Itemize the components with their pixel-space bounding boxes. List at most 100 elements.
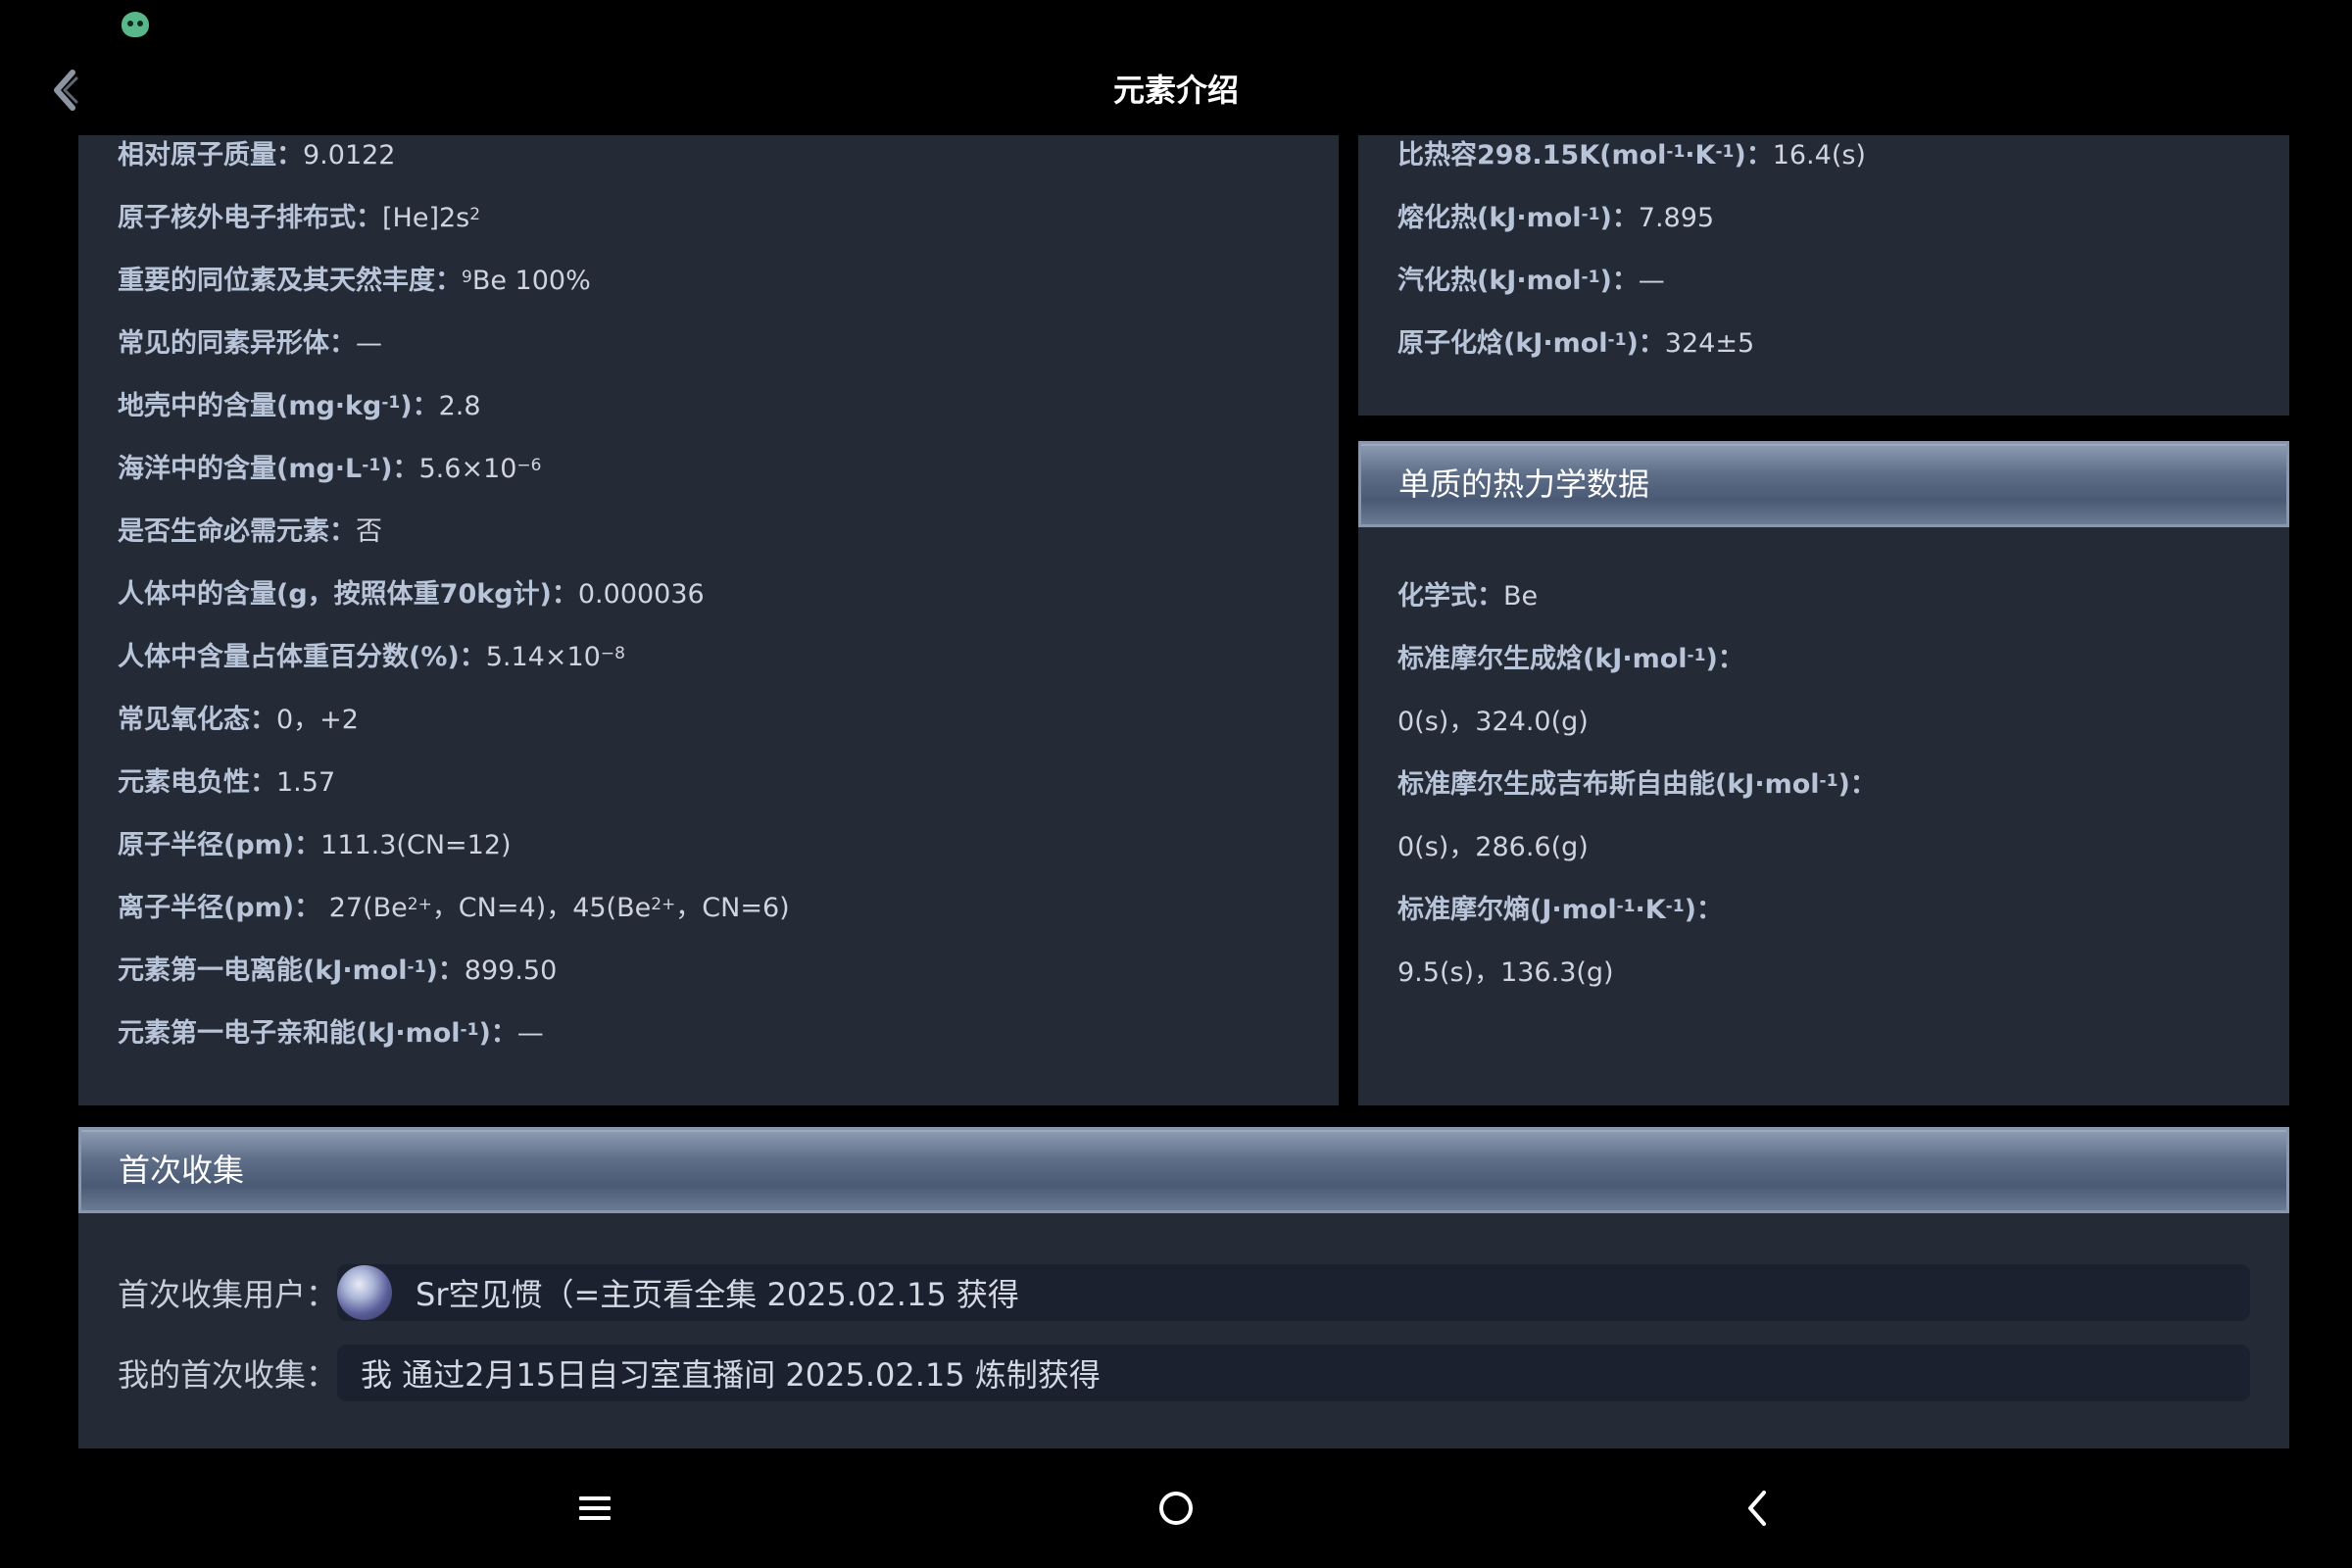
substance-row-value: 0(s)，286.6(g) — [1397, 832, 1589, 862]
basic-info-row: 人体中含量占体重百分数(%)：5.14×10−8 — [118, 637, 790, 700]
substance-row: 0(s)，286.6(g) — [1397, 827, 1877, 890]
substance-thermo-list: 化学式：Be 标准摩尔生成焓(kJ·mol-1)： 0(s)，324.0(g) 标准摩… — [1397, 576, 1877, 1015]
basic-info-row: 离子半径(pm)： 27(Be2+，CN=4)，45(Be2+，CN=6) — [118, 888, 790, 951]
thermal-row: 原子化焓(kJ·mol-1)：324±5 — [1397, 323, 1866, 386]
nav-menu-button[interactable] — [561, 1474, 629, 1543]
basic-info-row-value: 0.000036 — [577, 579, 705, 610]
basic-info-row: 相对原子质量：9.0122 — [118, 135, 790, 198]
basic-info-row-value: 899.50 — [464, 956, 558, 986]
basic-info-row: 重要的同位素及其天然丰度：9Be 100% — [118, 261, 790, 323]
substance-row-label: 标准摩尔生成吉布斯自由能(kJ·mol-1)： — [1397, 769, 1877, 800]
content-area[interactable]: 相对原子质量：9.0122 原子核外电子排布式：[He]2s2 重要的同位素及其天然… — [0, 135, 2352, 1448]
substance-row-value: 9.5(s)，136.3(g) — [1397, 957, 1614, 988]
basic-info-row-value: 5.6×10−6 — [418, 454, 542, 484]
thermal-properties-list: 比热容298.15K(mol-1·K-1)：16.4(s) 熔化热(kJ·mol-… — [1397, 135, 1866, 386]
thermal-row: 汽化热(kJ·mol-1)：— — [1397, 261, 1866, 323]
basic-info-row-value: [He]2s2 — [382, 203, 481, 233]
thermal-row-label: 汽化热(kJ·mol-1)： — [1397, 266, 1639, 296]
basic-info-row-value: 2.8 — [438, 391, 481, 421]
basic-info-row-value: 27(Be2+，CN=4)，45(Be2+，CN=6) — [320, 893, 790, 923]
substance-thermo-header: 单质的热力学数据 — [1358, 441, 2289, 527]
my-first-collect-value: 我 通过2月15日自习室直播间 2025.02.15 炼制获得 — [361, 1356, 1101, 1394]
basic-info-row-label: 重要的同位素及其天然丰度： — [118, 266, 462, 296]
basic-info-row: 人体中的含量(g，按照体重70kg计)：0.000036 — [118, 574, 790, 637]
basic-info-row: 元素第一电子亲和能(kJ·mol-1)：— — [118, 1013, 790, 1076]
nav-back-button[interactable] — [1723, 1474, 1791, 1543]
substance-row: 9.5(s)，136.3(g) — [1397, 953, 1877, 1015]
basic-info-row-label: 离子半径(pm)： — [118, 893, 321, 923]
basic-info-row-label: 元素第一电离能(kJ·mol-1)： — [118, 956, 465, 986]
basic-info-row: 地壳中的含量(mg·kg-1)：2.8 — [118, 386, 790, 449]
substance-row-label: 标准摩尔生成焓(kJ·mol-1)： — [1397, 644, 1744, 674]
thermal-row-value: 324±5 — [1664, 328, 1755, 359]
title-bar: 元素介绍 — [0, 45, 2352, 135]
thermal-row-value: — — [1638, 266, 1665, 296]
basic-info-row-label: 人体中的含量(g，按照体重70kg计)： — [118, 579, 578, 610]
basic-info-row-label: 地壳中的含量(mg·kg-1)： — [118, 391, 439, 421]
basic-info-row: 元素电负性：1.57 — [118, 762, 790, 825]
status-bar — [0, 0, 2352, 45]
first-collect-user-row: 首次收集用户： Sr空见惯（=主页看全集 2025.02.15 获得 — [118, 1264, 2250, 1321]
back-button[interactable] — [39, 65, 90, 116]
first-collect-user-box[interactable]: Sr空见惯（=主页看全集 2025.02.15 获得 — [337, 1264, 2250, 1321]
substance-row-label: 标准摩尔熵(J·mol-1·K-1)： — [1397, 895, 1723, 925]
basic-info-row: 常见的同素异形体：— — [118, 323, 790, 386]
nav-home-button[interactable] — [1142, 1474, 1210, 1543]
substance-row: 0(s)，324.0(g) — [1397, 702, 1877, 764]
basic-info-row-label: 元素电负性： — [118, 767, 276, 798]
basic-info-row-label: 原子核外电子排布式： — [118, 203, 382, 233]
basic-info-row-value: 9.0122 — [303, 140, 396, 171]
basic-info-row: 元素第一电离能(kJ·mol-1)：899.50 — [118, 951, 790, 1013]
basic-info-row: 是否生命必需元素：否 — [118, 512, 790, 574]
thermal-row-value: 7.895 — [1638, 203, 1715, 233]
system-nav-bar — [0, 1448, 2352, 1568]
basic-info-row-label: 常见氧化态： — [118, 705, 276, 735]
basic-info-row-value: — — [516, 1018, 544, 1049]
thermal-properties-panel: 比热容298.15K(mol-1·K-1)：16.4(s) 熔化热(kJ·mol-… — [1358, 135, 2289, 416]
thermal-row-value: 16.4(s) — [1772, 140, 1866, 171]
first-collect-user-value: Sr空见惯（=主页看全集 2025.02.15 获得 — [416, 1276, 1019, 1313]
substance-row: 化学式：Be — [1397, 576, 1877, 639]
my-first-collect-box: 我 通过2月15日自习室直播间 2025.02.15 炼制获得 — [337, 1345, 2250, 1401]
thermal-row-label: 熔化热(kJ·mol-1)： — [1397, 203, 1639, 233]
substance-thermo-panel: 单质的热力学数据 化学式：Be 标准摩尔生成焓(kJ·mol-1)： 0(s)，32… — [1358, 441, 2289, 1105]
basic-info-row: 原子核外电子排布式：[He]2s2 — [118, 198, 790, 261]
basic-info-row: 海洋中的含量(mg·L-1)：5.6×10−6 — [118, 449, 790, 512]
basic-info-row-value: 否 — [356, 516, 382, 547]
avatar[interactable] — [337, 1265, 392, 1320]
basic-info-row-value: 1.57 — [276, 767, 336, 798]
basic-info-row-label: 原子半径(pm)： — [118, 830, 321, 860]
substance-row-value: Be — [1503, 581, 1539, 612]
basic-info-panel: 相对原子质量：9.0122 原子核外电子排布式：[He]2s2 重要的同位素及其天然… — [78, 135, 1339, 1105]
basic-info-row-label: 人体中含量占体重百分数(%)： — [118, 642, 486, 672]
thermal-row-label: 比热容298.15K(mol-1·K-1)： — [1397, 140, 1773, 171]
back-arrow-icon — [54, 70, 78, 111]
basic-info-row-label: 海洋中的含量(mg·L-1)： — [118, 454, 419, 484]
substance-row: 标准摩尔熵(J·mol-1·K-1)： — [1397, 890, 1877, 953]
page-title: 元素介绍 — [1112, 72, 1239, 109]
thermal-row: 比热容298.15K(mol-1·K-1)：16.4(s) — [1397, 135, 1866, 198]
substance-row: 标准摩尔生成焓(kJ·mol-1)： — [1397, 639, 1877, 702]
my-first-collect-row: 我的首次收集： 我 通过2月15日自习室直播间 2025.02.15 炼制获得 — [118, 1345, 2250, 1401]
basic-info-row-value: 9Be 100% — [462, 266, 591, 296]
basic-info-row-value: 5.14×10−8 — [485, 642, 625, 672]
basic-info-row-value: 0，+2 — [276, 705, 359, 735]
first-collect-user-label: 首次收集用户： — [118, 1276, 338, 1313]
basic-info-row-label: 元素第一电子亲和能(kJ·mol-1)： — [118, 1018, 517, 1049]
home-icon — [1159, 1492, 1193, 1525]
back-icon — [1748, 1491, 1766, 1526]
thermal-row-label: 原子化焓(kJ·mol-1)： — [1397, 328, 1665, 359]
basic-info-row: 原子半径(pm)：111.3(CN=12) — [118, 825, 790, 888]
thermal-row: 熔化热(kJ·mol-1)：7.895 — [1397, 198, 1866, 261]
substance-row-label: 化学式： — [1397, 581, 1503, 612]
my-first-collect-label: 我的首次收集： — [118, 1356, 338, 1394]
basic-info-row: 常见氧化态：0，+2 — [118, 700, 790, 762]
basic-info-list: 相对原子质量：9.0122 原子核外电子排布式：[He]2s2 重要的同位素及其天然… — [118, 135, 790, 1076]
substance-row: 标准摩尔生成吉布斯自由能(kJ·mol-1)： — [1397, 764, 1877, 827]
basic-info-row-value: 111.3(CN=12) — [320, 830, 512, 860]
basic-info-row-label: 是否生命必需元素： — [118, 516, 356, 547]
substance-row-value: 0(s)，324.0(g) — [1397, 707, 1589, 737]
basic-info-row-value: — — [356, 328, 382, 359]
basic-info-row-label: 相对原子质量： — [118, 140, 303, 171]
app-notification-icon — [122, 12, 149, 37]
